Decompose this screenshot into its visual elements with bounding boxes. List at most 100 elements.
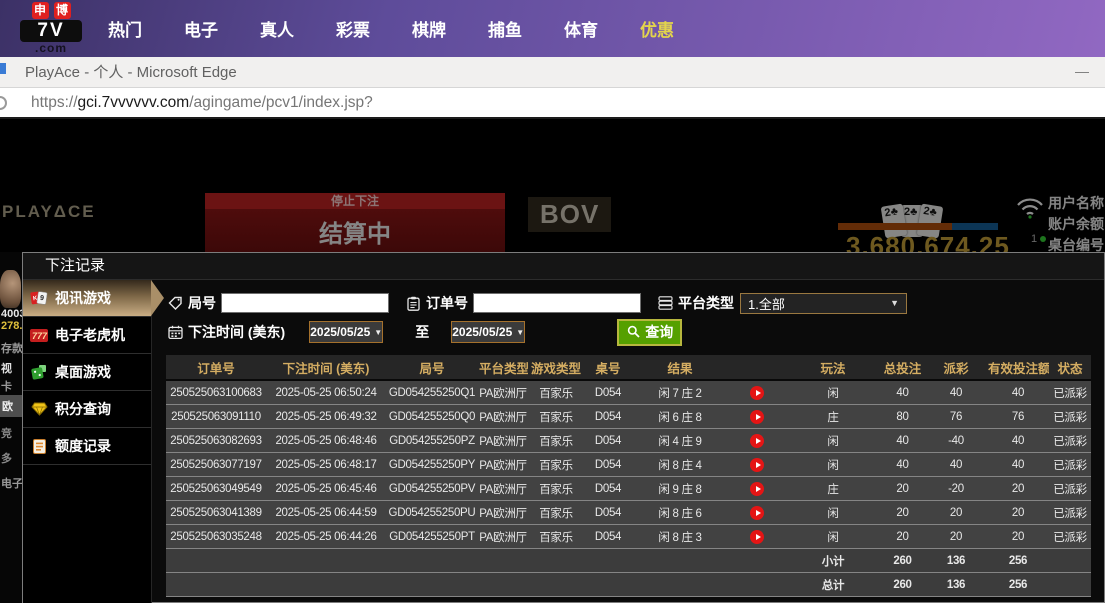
cards-icon: K9 xyxy=(30,290,48,306)
table-cell: D054 xyxy=(584,380,632,405)
payout-cell: 76 xyxy=(925,405,987,429)
result-cell: 闲 8 庄 3 xyxy=(632,525,728,549)
game-background: PLAYΔCE 停止下注 结算中 BOV 2♣2♣2♣ 3,680,674.25… xyxy=(0,145,1105,252)
game-cell: 百家乐 xyxy=(528,429,584,453)
bet-cell: 庄 xyxy=(786,405,880,429)
order-cell: 250525063082693 xyxy=(166,429,266,453)
sidebar-item-额度记录[interactable]: 额度记录 xyxy=(23,428,151,465)
platform-cell: PA欧洲厅 xyxy=(478,501,528,525)
calendar-icon xyxy=(166,325,184,339)
platform-cell: PA欧洲厅 xyxy=(478,453,528,477)
nav-item-电子[interactable]: 电子 xyxy=(184,16,218,41)
replay-button[interactable] xyxy=(750,458,764,472)
pool-amount: 3,680,674.25 xyxy=(846,231,1010,252)
game-cell: 百家乐 xyxy=(528,525,584,549)
total-bet-cell: 40 xyxy=(880,429,925,453)
platform-type-select[interactable]: 1.全部 ▼ xyxy=(740,293,907,314)
round-number-input[interactable] xyxy=(221,293,389,313)
background-fragment: 电子 xyxy=(1,475,22,491)
nav-item-棋牌[interactable]: 棋牌 xyxy=(412,16,446,41)
payout-cell: -20 xyxy=(925,477,987,501)
table-cell: D054 xyxy=(584,453,632,477)
time-cell: 2025-05-25 06:44:59 xyxy=(266,501,386,525)
nav-item-体育[interactable]: 体育 xyxy=(564,16,598,41)
subtotal-value xyxy=(1049,549,1091,573)
subtotal-value: 256 xyxy=(987,549,1049,573)
site-logo[interactable]: 申 博 7V .com xyxy=(20,2,82,55)
chevron-down-icon: ▼ xyxy=(374,328,382,337)
replay-button[interactable] xyxy=(750,482,764,496)
column-header: 游戏类型 xyxy=(528,355,584,380)
logo-suffix-text: .com xyxy=(20,42,82,55)
replay-button[interactable] xyxy=(750,530,764,544)
date-from-select[interactable]: 2025/05/25 ▼ xyxy=(309,321,383,343)
nav-item-捕鱼[interactable]: 捕鱼 xyxy=(488,16,522,41)
minimize-button[interactable]: — xyxy=(1075,57,1089,86)
column-header: 总投注 xyxy=(880,355,925,380)
result-cell: 闲 9 庄 8 xyxy=(632,477,728,501)
nav-item-彩票[interactable]: 彩票 xyxy=(336,16,370,41)
result-cell: 闲 6 庄 8 xyxy=(632,405,728,429)
payout-cell: 20 xyxy=(925,525,987,549)
sidebar-item-label: 电子老虎机 xyxy=(55,325,125,345)
replay-button[interactable] xyxy=(750,434,764,448)
empty-cell xyxy=(166,573,786,597)
nav-item-热门[interactable]: 热门 xyxy=(108,16,142,41)
result-cell: 闲 7 庄 2 xyxy=(632,380,728,405)
sidebar-item-桌面游戏[interactable]: 桌面游戏 xyxy=(23,354,151,391)
nav-item-真人[interactable]: 真人 xyxy=(260,16,294,41)
round-cell: GD054255250PZ xyxy=(386,429,478,453)
logo-badge-left: 申 xyxy=(32,2,49,19)
grand-total-row: 总计260136256 xyxy=(166,573,1091,597)
empty-cell xyxy=(166,549,786,573)
sidebar-item-电子老虎机[interactable]: 777电子老虎机 xyxy=(23,317,151,354)
total-bet-cell: 40 xyxy=(880,380,925,405)
game-cell: 百家乐 xyxy=(528,380,584,405)
bet-cell: 闲 xyxy=(786,453,880,477)
gem-icon xyxy=(30,402,48,416)
chevron-down-icon: ▼ xyxy=(890,298,899,308)
column-header: 平台类型 xyxy=(478,355,528,380)
table-row: 2505250630911102025-05-25 06:49:32GD0542… xyxy=(166,405,1091,429)
sidebar-item-积分查询[interactable]: 积分查询 xyxy=(23,391,151,428)
table-header-row: 订单号下注时间 (美东)局号平台类型游戏类型桌号结果玩法总投注派彩有效投注额状态 xyxy=(166,355,1091,380)
tag-icon xyxy=(166,296,184,310)
logo-badge-right: 博 xyxy=(54,2,71,19)
valid-bet-cell: 76 xyxy=(987,405,1049,429)
address-bar[interactable]: https://gci.7vvvvvv.com/agingame/pcv1/in… xyxy=(0,88,1105,119)
replay-cell xyxy=(728,405,786,429)
account-label: 账户余额: xyxy=(1048,214,1105,235)
subtotal-row: 小计260136256 xyxy=(166,549,1091,573)
game-cell: 百家乐 xyxy=(528,477,584,501)
valid-bet-cell: 20 xyxy=(987,501,1049,525)
time-cell: 2025-05-25 06:48:17 xyxy=(266,453,386,477)
column-header: 局号 xyxy=(386,355,478,380)
bet-records-modal: 下注记录 K9视讯游戏777电子老虎机桌面游戏积分查询额度记录 局号 订单号 平… xyxy=(22,252,1105,603)
url-text[interactable]: https://gci.7vvvvvv.com/agingame/pcv1/in… xyxy=(31,88,373,117)
time-cell: 2025-05-25 06:45:46 xyxy=(266,477,386,501)
background-fragment: 多 xyxy=(1,450,12,466)
search-button[interactable]: 查询 xyxy=(617,319,682,346)
date-to-select[interactable]: 2025/05/25 ▼ xyxy=(451,321,525,343)
result-cell: 闲 4 庄 9 xyxy=(632,429,728,453)
sidebar-item-label: 视讯游戏 xyxy=(55,288,111,308)
order-cell: 250525063035248 xyxy=(166,525,266,549)
sidebar-item-视讯游戏[interactable]: K9 视讯游戏 xyxy=(23,280,151,317)
subtotal-value: 136 xyxy=(925,549,987,573)
replay-button[interactable] xyxy=(750,386,764,400)
round-cell: GD054255250PT xyxy=(386,525,478,549)
table-cell: D054 xyxy=(584,501,632,525)
replay-cell xyxy=(728,429,786,453)
logo-main-text: 7V xyxy=(20,20,82,42)
valid-bet-cell: 20 xyxy=(987,525,1049,549)
replay-button[interactable] xyxy=(750,506,764,520)
page-reload-icon[interactable] xyxy=(0,96,7,110)
order-number-input[interactable] xyxy=(473,293,641,313)
replay-button[interactable] xyxy=(750,410,764,424)
sidebar-item-label: 额度记录 xyxy=(55,436,111,456)
payout-cell: -40 xyxy=(925,429,987,453)
nav-item-优惠[interactable]: 优惠 xyxy=(640,16,674,41)
table-cell: D054 xyxy=(584,477,632,501)
search-icon xyxy=(624,325,642,338)
background-left-strip: 4003278.存款视卡欧竞多电子 xyxy=(0,252,22,603)
